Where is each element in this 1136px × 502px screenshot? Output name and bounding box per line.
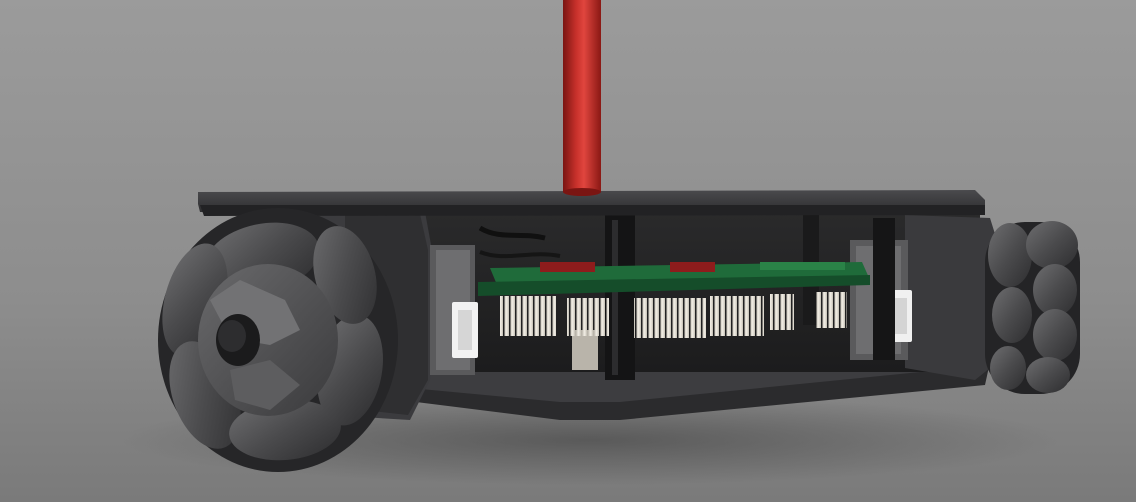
roller <box>1033 264 1077 316</box>
roller <box>1033 309 1077 361</box>
pin-header-4 <box>710 296 764 336</box>
pin-header-5 <box>770 294 794 330</box>
roller <box>1026 357 1070 393</box>
pcb-red-part-2 <box>670 262 715 272</box>
pin-header-2 <box>567 298 609 336</box>
standoff-right <box>873 218 895 360</box>
roller <box>992 287 1032 343</box>
render-stage <box>0 0 1136 502</box>
top-plate-edge <box>200 205 985 216</box>
robot-render <box>0 0 1136 502</box>
pin-header-3 <box>634 298 706 338</box>
pin-header-6 <box>815 292 847 328</box>
right-omni-wheel <box>985 221 1080 394</box>
roller <box>1026 221 1078 269</box>
roller <box>990 346 1026 390</box>
pin-header-1 <box>500 296 556 336</box>
red-mast <box>563 0 601 192</box>
standoff-left <box>605 215 635 380</box>
pcb-red-part <box>540 262 595 272</box>
roller <box>988 223 1032 287</box>
